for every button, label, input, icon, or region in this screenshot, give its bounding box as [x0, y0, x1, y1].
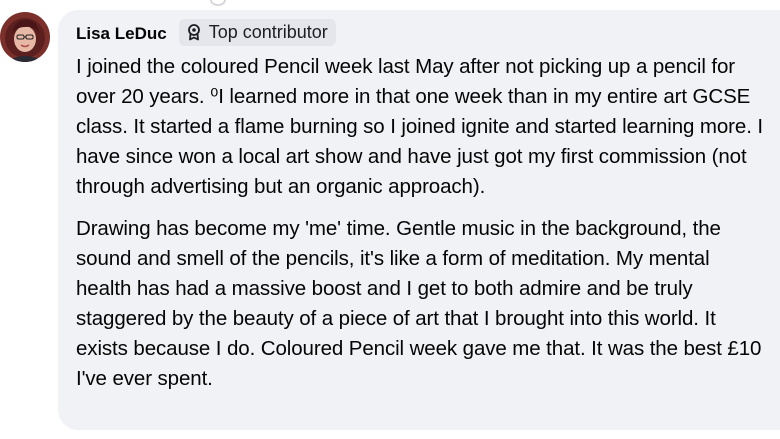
comment-text: I joined the coloured Pencil week last M… [76, 52, 780, 394]
previous-comment-edge [210, 0, 226, 6]
avatar[interactable] [0, 12, 50, 62]
comment-paragraph-1: I joined the coloured Pencil week last M… [76, 55, 763, 198]
comment-paragraph-2: Drawing has become my 'me' time. Gentle … [76, 217, 762, 390]
contributor-badge-icon [185, 23, 203, 41]
comment-view: Lisa LeDuc Top contributor I joined the … [0, 0, 780, 439]
author-name[interactable]: Lisa LeDuc [76, 24, 167, 44]
comment-bubble: Lisa LeDuc Top contributor I joined the … [58, 10, 780, 430]
badge-label: Top contributor [208, 21, 328, 42]
top-contributor-badge[interactable]: Top contributor [178, 18, 336, 46]
avatar-image [0, 12, 50, 62]
comment-header: Lisa LeDuc Top contributor [76, 18, 780, 46]
